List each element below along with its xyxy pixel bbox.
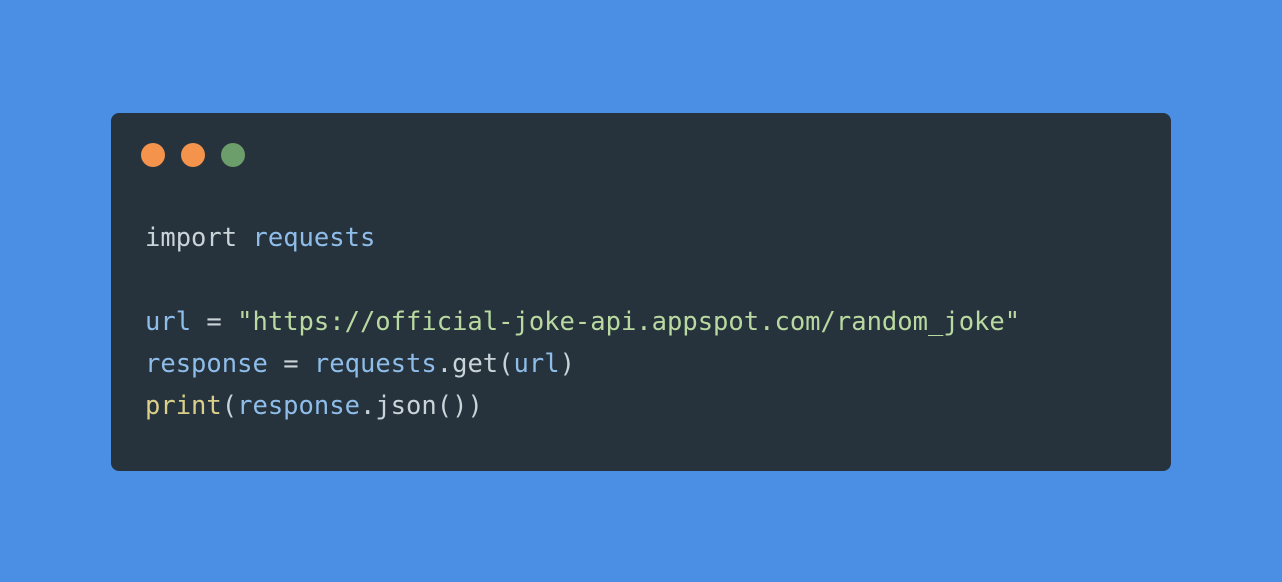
- argument-token: url: [513, 349, 560, 379]
- code-line-1: import requests: [145, 217, 1020, 259]
- maximize-dot[interactable]: [221, 143, 245, 167]
- keyword-token: import: [145, 223, 238, 253]
- function-token: print: [145, 391, 222, 421]
- minimize-dot[interactable]: [181, 143, 205, 167]
- paren-open-token: (: [498, 349, 514, 379]
- variable-token: url: [145, 307, 192, 337]
- string-token: "https://official-joke-api.appspot.com/r…: [237, 307, 1021, 337]
- code-line-5: print(response.json()): [145, 385, 1020, 427]
- operator-token: =: [283, 349, 299, 379]
- operator-token: =: [206, 307, 222, 337]
- code-window: import requests url = "https://official-j…: [111, 113, 1171, 471]
- paren-close-token: ): [467, 391, 483, 421]
- object-token: requests: [313, 349, 437, 379]
- code-line-3: url = "https://official-joke-api.appspot…: [145, 301, 1020, 343]
- method-token: json: [375, 391, 437, 421]
- call-parens-token: (): [436, 391, 468, 421]
- close-dot[interactable]: [141, 143, 165, 167]
- dot-token: .: [436, 349, 453, 379]
- object-token: response: [237, 391, 360, 421]
- method-token: get: [452, 349, 499, 379]
- paren-open-token: (: [221, 391, 238, 421]
- window-controls: [141, 143, 245, 167]
- code-line-4: response = requests.get(url): [145, 343, 1020, 385]
- module-token: requests: [252, 223, 376, 253]
- code-block: import requests url = "https://official-j…: [145, 217, 1020, 427]
- dot-token: .: [359, 391, 376, 421]
- variable-token: response: [145, 349, 268, 379]
- paren-close-token: ): [559, 349, 575, 379]
